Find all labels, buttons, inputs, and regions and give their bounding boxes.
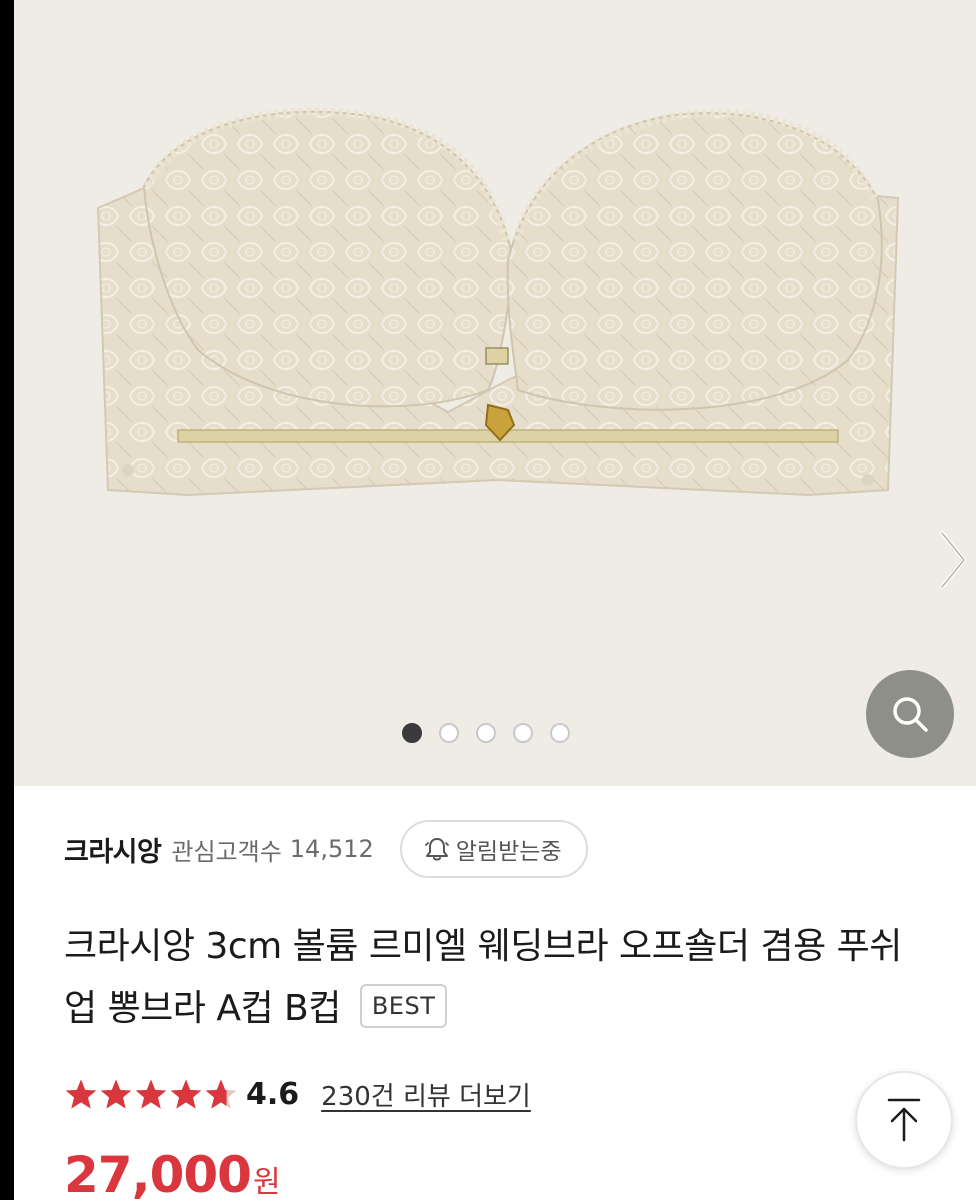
slide-dot[interactable]: [402, 723, 422, 743]
chevron-right-icon: [940, 531, 966, 589]
next-slide-button[interactable]: [930, 520, 976, 600]
seller-row: 크라시앙 관심고객수 14,512 알림받는중: [64, 818, 588, 880]
alarm-button[interactable]: 알림받는중: [399, 820, 588, 878]
rating-row: 4.6 230건 리뷰 더보기: [64, 1072, 531, 1116]
brand-name[interactable]: 크라시앙: [64, 830, 162, 869]
best-badge: BEST: [359, 984, 448, 1028]
slide-dot[interactable]: [513, 723, 533, 743]
price-row: 27,000 원: [64, 1146, 281, 1204]
price-value: 27,000: [64, 1146, 252, 1204]
review-link[interactable]: 230건 리뷰 더보기: [321, 1076, 531, 1113]
product-title: 크라시앙 3cm 볼륨 르미엘 웨딩브라 오프숄더 겸용 푸쉬업 뽕브라 A컵 …: [64, 916, 924, 1040]
search-icon: [893, 697, 928, 732]
product-info: 크라시앙 관심고객수 14,512 알림받는중 크라시앙 3cm 볼륨 르미엘 …: [14, 786, 976, 1204]
slide-dot[interactable]: [439, 723, 459, 743]
fans-count: 14,512: [289, 835, 374, 863]
star-half-icon: [205, 1079, 237, 1109]
star-icon: [135, 1079, 167, 1109]
star-icon: [100, 1079, 132, 1109]
bell-icon: [424, 838, 449, 861]
product-image-gallery[interactable]: [0, 0, 976, 786]
alarm-label: 알림받는중: [455, 839, 562, 865]
star-icon: [65, 1079, 97, 1109]
arrow-up-icon: [887, 1098, 921, 1142]
star-rating: [64, 1078, 238, 1110]
product-title-text: 크라시앙 3cm 볼륨 르미엘 웨딩브라 오프숄더 겸용 푸쉬업 뽕브라 A컵 …: [64, 926, 902, 1029]
zoom-button[interactable]: [866, 670, 954, 758]
product-image: [96, 107, 900, 497]
slide-dot[interactable]: [476, 723, 496, 743]
fans-label: 관심고객수: [171, 837, 282, 866]
slide-dot[interactable]: [550, 723, 570, 743]
scroll-to-top-button[interactable]: [855, 1071, 953, 1169]
rating-value: 4.6: [246, 1076, 300, 1112]
slide-indicator: [402, 723, 570, 743]
star-icon: [170, 1079, 202, 1109]
screen-edge: [0, 0, 14, 1200]
price-unit: 원: [252, 1165, 281, 1200]
